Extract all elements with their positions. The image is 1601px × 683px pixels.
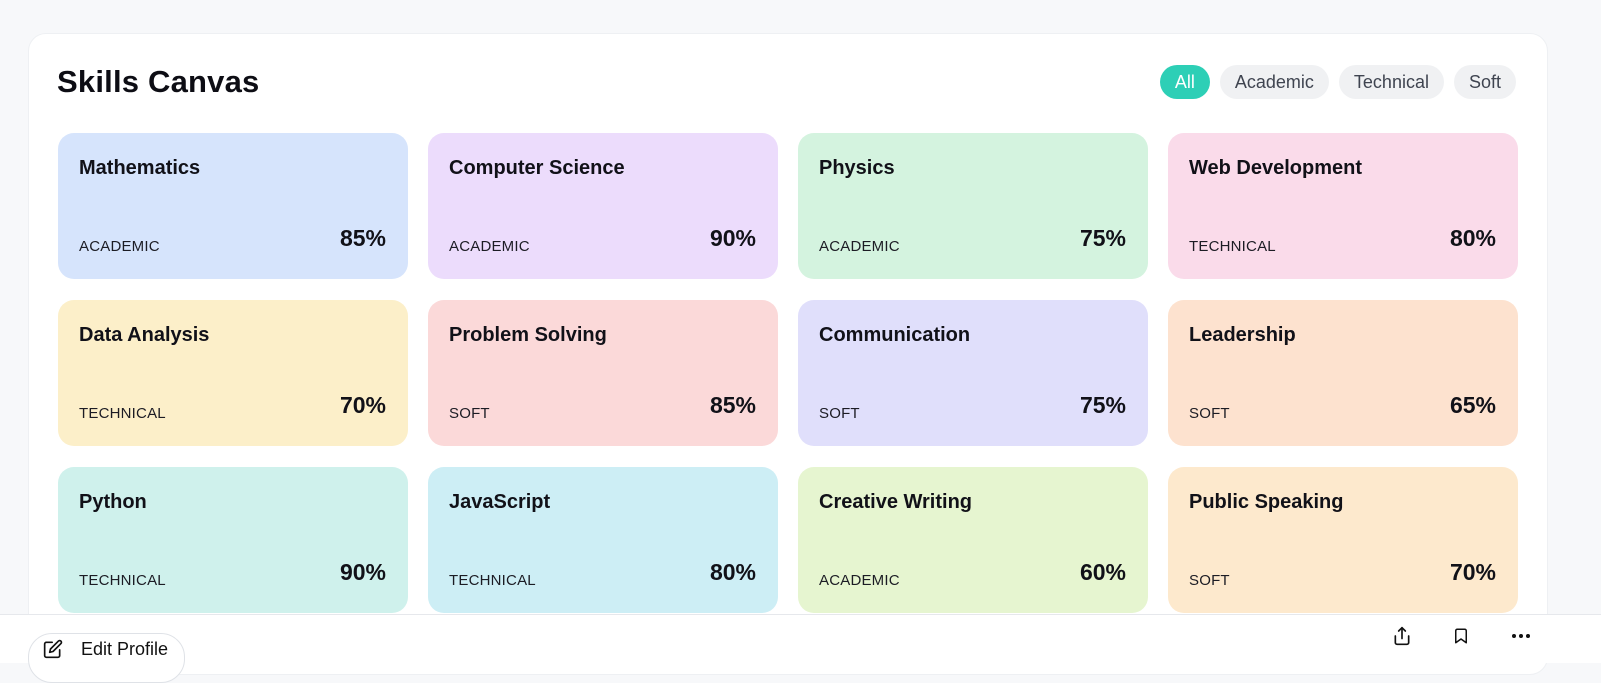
skill-name: Python bbox=[79, 491, 147, 513]
skill-percent: 90% bbox=[709, 225, 756, 251]
skill-percent: 85% bbox=[709, 392, 756, 418]
filter-academic[interactable]: Academic bbox=[1219, 65, 1329, 99]
skill-percent: 80% bbox=[1449, 225, 1496, 251]
skill-card-physics[interactable]: Physics ACADEMIC 75% bbox=[798, 133, 1148, 279]
skill-category: TECHNICAL bbox=[1189, 238, 1276, 255]
skill-name: Web Development bbox=[1189, 157, 1362, 179]
filter-technical[interactable]: Technical bbox=[1338, 65, 1444, 99]
skill-category: SOFT bbox=[449, 405, 490, 422]
bookmark-icon[interactable] bbox=[1452, 625, 1470, 647]
skill-percent: 85% bbox=[339, 225, 386, 251]
skill-card-public-speaking[interactable]: Public Speaking SOFT 70% bbox=[1168, 467, 1518, 613]
skill-category: TECHNICAL bbox=[79, 572, 166, 589]
skill-category: ACADEMIC bbox=[819, 238, 900, 255]
skill-percent: 80% bbox=[709, 559, 756, 585]
page-title: Skills Canvas bbox=[57, 64, 260, 99]
skill-name: Computer Science bbox=[449, 157, 625, 179]
filter-all[interactable]: All bbox=[1159, 65, 1210, 99]
skill-percent: 70% bbox=[1449, 559, 1496, 585]
skill-percent: 90% bbox=[339, 559, 386, 585]
skill-card-python[interactable]: Python TECHNICAL 90% bbox=[58, 467, 408, 613]
skill-category: SOFT bbox=[1189, 572, 1230, 589]
edit-profile-button[interactable]: Edit Profile bbox=[28, 633, 186, 683]
edit-profile-label: Edit Profile bbox=[81, 638, 169, 659]
skill-name: Creative Writing bbox=[819, 491, 972, 513]
skill-card-leadership[interactable]: Leadership SOFT 65% bbox=[1168, 300, 1518, 446]
skill-card-mathematics[interactable]: Mathematics ACADEMIC 85% bbox=[58, 133, 408, 279]
skill-percent: 70% bbox=[339, 392, 386, 418]
skill-category: SOFT bbox=[1189, 405, 1230, 422]
skill-category: ACADEMIC bbox=[819, 572, 900, 589]
share-icon[interactable] bbox=[1392, 625, 1412, 647]
bottom-action-bar: Edit Profile bbox=[0, 614, 1601, 683]
skill-name: Physics bbox=[819, 157, 895, 179]
skill-card-creative-writing[interactable]: Creative Writing ACADEMIC 60% bbox=[798, 467, 1148, 613]
skill-category: TECHNICAL bbox=[449, 572, 536, 589]
skill-card-data-analysis[interactable]: Data Analysis TECHNICAL 70% bbox=[58, 300, 408, 446]
skill-card-problem-solving[interactable]: Problem Solving SOFT 85% bbox=[428, 300, 778, 446]
skill-card-computer-science[interactable]: Computer Science ACADEMIC 90% bbox=[428, 133, 778, 279]
skill-name: Data Analysis bbox=[79, 324, 210, 346]
filter-soft[interactable]: Soft bbox=[1453, 65, 1516, 99]
more-icon[interactable] bbox=[1510, 631, 1532, 641]
skill-category: TECHNICAL bbox=[79, 405, 166, 422]
skill-card-javascript[interactable]: JavaScript TECHNICAL 80% bbox=[428, 467, 778, 613]
filter-group: All Academic Technical Soft bbox=[1159, 65, 1516, 99]
skill-name: Communication bbox=[819, 324, 971, 346]
skill-card-communication[interactable]: Communication SOFT 75% bbox=[798, 300, 1148, 446]
skill-category: SOFT bbox=[819, 405, 860, 422]
skill-name: Problem Solving bbox=[449, 324, 607, 346]
skill-category: ACADEMIC bbox=[79, 238, 160, 255]
skill-name: Mathematics bbox=[79, 157, 201, 179]
skills-grid: Mathematics ACADEMIC 85% Computer Scienc… bbox=[58, 133, 1518, 613]
skill-percent: 65% bbox=[1449, 392, 1496, 418]
skill-name: JavaScript bbox=[449, 491, 551, 513]
pencil-square-icon bbox=[43, 639, 63, 659]
skill-name: Public Speaking bbox=[1189, 491, 1344, 513]
skill-percent: 75% bbox=[1079, 225, 1126, 251]
skill-category: ACADEMIC bbox=[449, 238, 530, 255]
skill-card-web-development[interactable]: Web Development TECHNICAL 80% bbox=[1168, 133, 1518, 279]
skill-percent: 75% bbox=[1079, 392, 1126, 418]
skill-percent: 60% bbox=[1079, 559, 1126, 585]
skill-name: Leadership bbox=[1189, 324, 1296, 346]
